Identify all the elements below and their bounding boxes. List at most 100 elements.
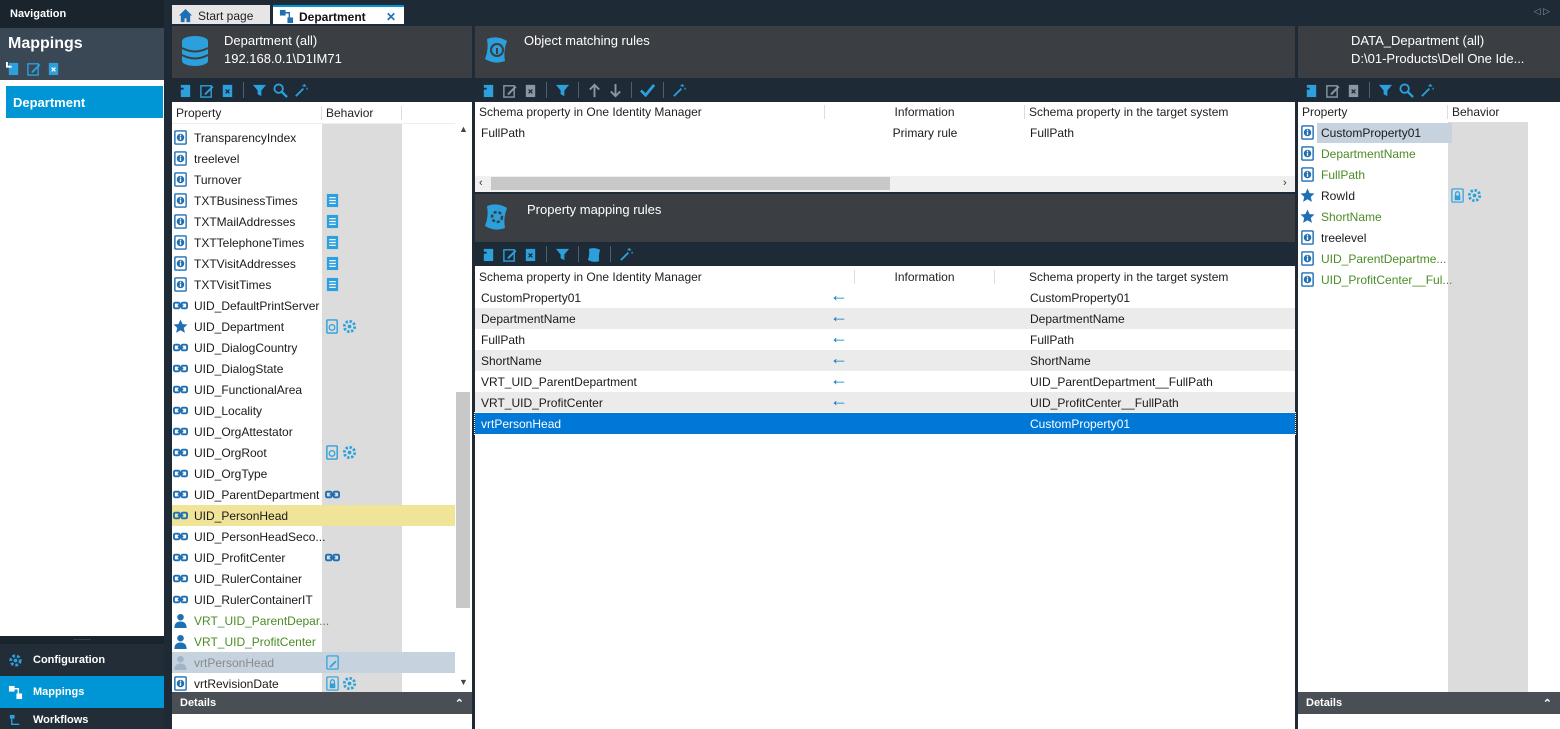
- tab-department[interactable]: Department ✕: [273, 5, 404, 24]
- column-header-schema-left[interactable]: Schema property in One Identity Manager: [475, 269, 855, 284]
- checkmark-icon[interactable]: [640, 83, 655, 98]
- property-row[interactable]: UID_DialogState: [172, 358, 455, 379]
- move-up-icon[interactable]: [587, 83, 602, 98]
- scroll-right-arrow[interactable]: ›: [1283, 177, 1287, 189]
- property-row[interactable]: VRT_UID_ProfitCenter: [172, 631, 455, 652]
- property-row[interactable]: UID_FunctionalArea: [172, 379, 455, 400]
- filter-icon[interactable]: [252, 83, 267, 98]
- property-row[interactable]: DepartmentName: [1298, 143, 1560, 164]
- right-details-bar[interactable]: Details ⌃: [1298, 692, 1560, 714]
- edit-rule-icon[interactable]: [502, 83, 517, 98]
- nav-item-department[interactable]: Department: [6, 86, 163, 118]
- edit-mapping-icon[interactable]: [26, 61, 41, 76]
- property-row[interactable]: treelevel: [172, 148, 455, 169]
- mapping-row[interactable]: DepartmentName ← DepartmentName: [475, 306, 1295, 329]
- column-header-schema-left[interactable]: Schema property in One Identity Manager: [475, 105, 825, 119]
- column-header-behavior[interactable]: Behavior: [322, 105, 402, 120]
- splitter-grip[interactable]: .........: [0, 635, 164, 644]
- property-row[interactable]: UID_ParentDepartme...: [1298, 248, 1560, 269]
- add-mapping-rule-icon[interactable]: [481, 247, 496, 262]
- close-tab-icon[interactable]: ✕: [386, 10, 396, 24]
- property-row[interactable]: TXTMailAddresses: [172, 211, 455, 232]
- property-row[interactable]: UID_DefaultPrintServer: [172, 295, 455, 316]
- nav-workflows[interactable]: Workflows: [0, 708, 164, 729]
- mapping-row[interactable]: FullPath ← FullPath: [475, 327, 1295, 350]
- column-header-schema-right[interactable]: Schema property in the target system: [1025, 105, 1295, 119]
- chevron-up-icon[interactable]: ⌃: [455, 697, 464, 710]
- table-row[interactable]: FullPath Primary rule FullPath: [475, 122, 1295, 143]
- mapping-row[interactable]: ShortName ← ShortName: [475, 348, 1295, 371]
- property-row[interactable]: UID_RulerContainerIT: [172, 589, 455, 610]
- tab-start-page[interactable]: Start page: [172, 5, 270, 24]
- property-row[interactable]: FullPath: [1298, 164, 1560, 185]
- property-row[interactable]: ShortName: [1298, 206, 1560, 227]
- property-row[interactable]: UID_PersonHead: [172, 505, 455, 526]
- property-row[interactable]: UID_OrgType: [172, 463, 455, 484]
- property-row[interactable]: treelevel: [1298, 227, 1560, 248]
- property-row[interactable]: TXTVisitAddresses: [172, 253, 455, 274]
- edit-property-icon[interactable]: [199, 83, 214, 98]
- property-row[interactable]: UID_ProfitCenter__Ful...: [1298, 269, 1560, 290]
- filter-icon[interactable]: [555, 83, 570, 98]
- move-down-icon[interactable]: [608, 83, 623, 98]
- property-row[interactable]: TXTVisitTimes: [172, 274, 455, 295]
- horizontal-scrollbar[interactable]: ‹ ›: [475, 176, 1295, 192]
- magic-wand-icon[interactable]: [619, 247, 634, 262]
- scroll-up-arrow[interactable]: ▲: [459, 124, 468, 134]
- column-header-schema-right[interactable]: Schema property in the target system: [995, 270, 1295, 284]
- property-row[interactable]: UID_OrgRoot: [172, 442, 455, 463]
- property-row[interactable]: vrtRevisionDate: [172, 673, 455, 694]
- nav-configuration[interactable]: Configuration: [0, 644, 164, 676]
- scroll-down-arrow[interactable]: ▼: [459, 677, 468, 687]
- search-icon[interactable]: [273, 82, 288, 98]
- left-details-bar[interactable]: Details ⌃: [172, 692, 472, 714]
- add-property-icon[interactable]: [1304, 83, 1319, 98]
- magic-wand-icon[interactable]: [1420, 83, 1435, 98]
- property-row[interactable]: TXTTelephoneTimes: [172, 232, 455, 253]
- delete-property-icon[interactable]: [220, 83, 235, 98]
- property-row[interactable]: UID_OrgAttestator: [172, 421, 455, 442]
- edit-property-icon[interactable]: [1325, 83, 1340, 98]
- add-rule-icon[interactable]: [481, 83, 496, 98]
- delete-property-icon[interactable]: [1346, 83, 1361, 98]
- property-row[interactable]: CustomProperty01: [1298, 122, 1560, 143]
- property-row[interactable]: TransparencyIndex: [172, 127, 455, 148]
- delete-mapping-rule-icon[interactable]: [523, 247, 538, 262]
- property-row[interactable]: VRT_UID_ParentDepar...: [172, 610, 455, 631]
- mapping-rule-icon[interactable]: [587, 247, 602, 262]
- mapping-row[interactable]: VRT_UID_ProfitCenter ← UID_ProfitCenter__F…: [475, 390, 1295, 413]
- scroll-left-arrow[interactable]: ‹: [479, 177, 483, 189]
- property-row[interactable]: UID_PersonHeadSeco...: [172, 526, 455, 547]
- mapping-row[interactable]: VRT_UID_ParentDepartment ← UID_ParentDepar…: [475, 369, 1295, 392]
- search-icon[interactable]: [1399, 82, 1414, 98]
- left-scrollbar[interactable]: ▲ ▼: [455, 124, 472, 692]
- nav-mappings[interactable]: Mappings: [0, 676, 164, 708]
- chevron-up-icon[interactable]: ⌃: [1543, 697, 1552, 710]
- scroll-thumb[interactable]: [456, 392, 470, 608]
- property-row[interactable]: UID_DialogCountry: [172, 337, 455, 358]
- mapping-row[interactable]: CustomProperty01 ← CustomProperty01: [475, 285, 1295, 308]
- scroll-thumb[interactable]: [491, 177, 890, 190]
- property-row[interactable]: UID_ProfitCenter: [172, 547, 455, 568]
- add-property-icon[interactable]: [178, 83, 193, 98]
- column-header-property[interactable]: Property: [1298, 105, 1448, 119]
- property-row[interactable]: TXTBusinessTimes: [172, 190, 455, 211]
- property-row[interactable]: UID_RulerContainer: [172, 568, 455, 589]
- property-row[interactable]: UID_ParentDepartment: [172, 484, 455, 505]
- edit-mapping-rule-icon[interactable]: [502, 247, 517, 262]
- property-row[interactable]: RowId: [1298, 185, 1560, 206]
- tab-scroll-arrows[interactable]: ◁ ▷: [1534, 6, 1550, 17]
- column-header-behavior[interactable]: Behavior: [1448, 105, 1528, 119]
- property-row[interactable]: Turnover: [172, 169, 455, 190]
- new-mapping-icon[interactable]: [6, 61, 21, 76]
- property-row[interactable]: vrtPersonHead: [172, 652, 455, 673]
- property-row[interactable]: UID_Department: [172, 316, 455, 337]
- magic-wand-icon[interactable]: [294, 83, 309, 98]
- filter-icon[interactable]: [555, 247, 570, 262]
- filter-icon[interactable]: [1378, 83, 1393, 98]
- magic-wand-icon[interactable]: [672, 83, 687, 98]
- column-header-information[interactable]: Information: [855, 269, 995, 284]
- property-row[interactable]: UID_Locality: [172, 400, 455, 421]
- delete-mapping-icon[interactable]: [46, 61, 61, 76]
- delete-rule-icon[interactable]: [523, 83, 538, 98]
